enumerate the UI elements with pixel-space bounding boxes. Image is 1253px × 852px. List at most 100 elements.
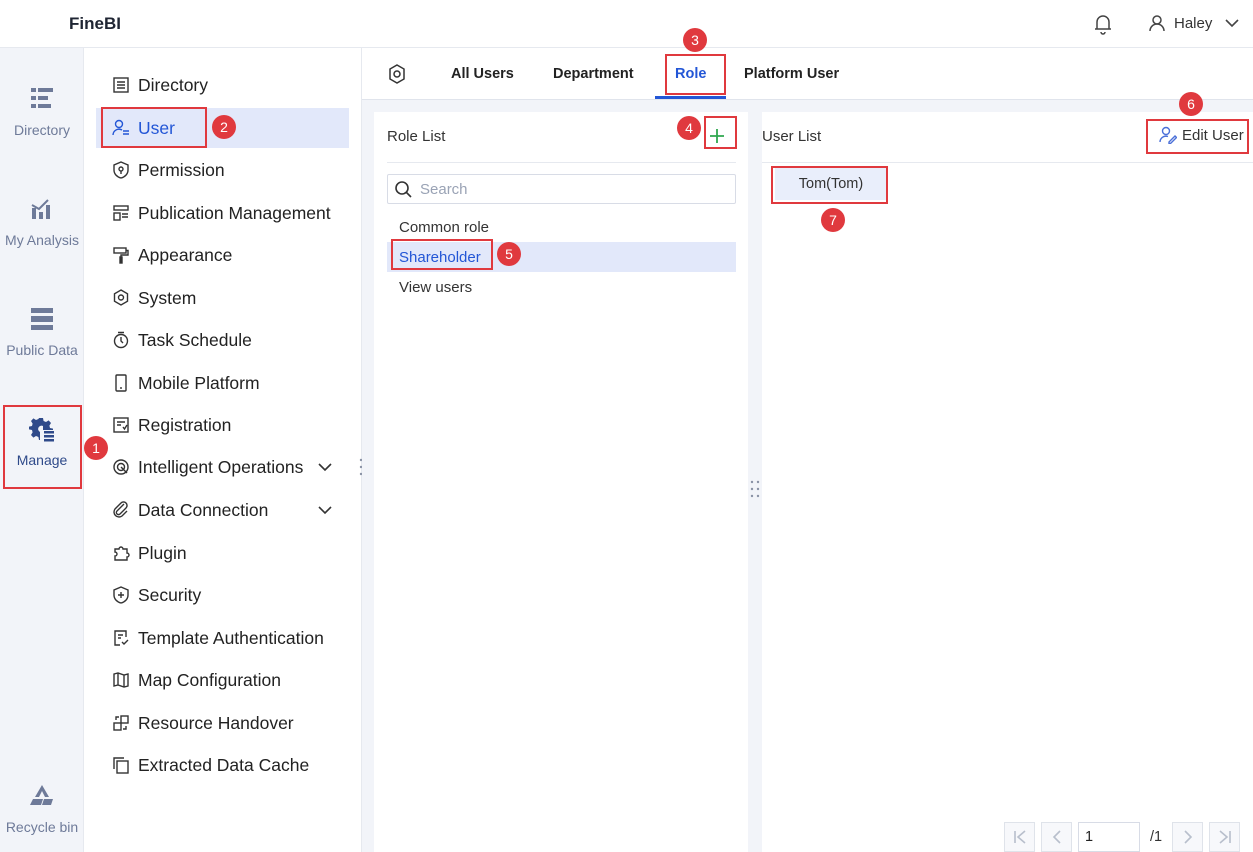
- chevron-down-icon[interactable]: [317, 459, 333, 475]
- handover-icon: [113, 715, 129, 731]
- nav-item-label: Security: [138, 584, 202, 605]
- annotation-box-add-role: [704, 116, 737, 149]
- bell-icon[interactable]: [1093, 13, 1113, 35]
- prev-page-button[interactable]: [1041, 822, 1072, 852]
- annotation-badge: 6: [1179, 92, 1203, 116]
- tab-department[interactable]: Department: [553, 66, 634, 82]
- link-icon: [113, 501, 128, 518]
- divider: [762, 162, 1253, 163]
- nav-item-label: Extracted Data Cache: [138, 754, 310, 775]
- annotation-box-shareholder: [391, 239, 493, 270]
- rail-item-recycle-bin[interactable]: Recycle bin: [0, 783, 84, 835]
- nav-item-label: Registration: [138, 414, 232, 435]
- nav-item-label: Template Authentication: [138, 627, 324, 648]
- mobile-icon: [115, 374, 127, 392]
- annotation-box-edit-user: [1146, 119, 1249, 154]
- annotation-box-user-item: [771, 166, 888, 204]
- rail-item-my-analysis[interactable]: My Analysis: [0, 196, 84, 248]
- annotation-badge: 1: [84, 436, 108, 460]
- tab-platform-user[interactable]: Platform User: [744, 66, 839, 82]
- tab-all-users[interactable]: All Users: [451, 66, 514, 82]
- user-icon: [1149, 15, 1165, 32]
- divider: [387, 162, 736, 163]
- rail-item-directory[interactable]: Directory: [0, 86, 84, 138]
- nav-item-system[interactable]: System: [96, 278, 349, 318]
- annotation-badge: 3: [683, 28, 707, 52]
- user-name: Haley: [1174, 14, 1213, 32]
- nav-item-label: Data Connection: [138, 499, 269, 520]
- nav-item-intelligent-operations[interactable]: Intelligent Operations: [96, 447, 349, 487]
- role-list-panel: Role List Common role Shareholder View u…: [374, 112, 748, 852]
- app-logo: FineBI: [69, 14, 121, 33]
- search-input[interactable]: [420, 180, 720, 198]
- nav-item-mobile-platform[interactable]: Mobile Platform: [96, 363, 349, 403]
- nav-item-label: Publication Management: [138, 202, 331, 223]
- first-page-button[interactable]: [1004, 822, 1035, 852]
- nav-item-label: Resource Handover: [138, 712, 294, 733]
- permission-icon: [113, 161, 129, 179]
- nav-item-extracted-data-cache[interactable]: Extracted Data Cache: [96, 745, 349, 785]
- public-data-icon: [31, 308, 53, 330]
- annotation-badge: 5: [497, 242, 521, 266]
- next-page-button[interactable]: [1172, 822, 1204, 852]
- gear-icon: [113, 289, 129, 306]
- chevron-left-icon: [1052, 830, 1061, 844]
- nav-item-label: System: [138, 287, 197, 308]
- registration-icon: [113, 417, 129, 433]
- rail-label: Public Data: [6, 342, 78, 358]
- nav-item-template-authentication[interactable]: Template Authentication: [96, 618, 349, 658]
- page-total: /1: [1150, 829, 1163, 845]
- annotation-box-manage: [3, 405, 82, 489]
- annotation-box-user: [101, 107, 207, 148]
- nav-item-plugin[interactable]: Plugin: [96, 533, 349, 573]
- rail-label: Recycle bin: [5, 819, 79, 835]
- nav-item-map-configuration[interactable]: Map Configuration: [96, 660, 349, 700]
- analysis-icon: [31, 199, 50, 219]
- directory-icon: [31, 88, 53, 108]
- chevron-down-icon: [1225, 19, 1239, 28]
- annotation-badge: 2: [212, 115, 236, 139]
- rail-item-public-data[interactable]: Public Data: [0, 306, 84, 358]
- chevron-right-icon: [1184, 830, 1192, 844]
- page-number-input[interactable]: [1078, 822, 1140, 852]
- gear-icon[interactable]: [387, 64, 407, 84]
- operations-icon: [113, 459, 129, 475]
- nav-item-task-schedule[interactable]: Task Schedule: [96, 320, 349, 360]
- paint-roller-icon: [113, 247, 129, 264]
- nav-item-label: Intelligent Operations: [138, 456, 304, 477]
- annotation-box-role-tab: [665, 54, 726, 95]
- nav-item-label: Permission: [138, 159, 225, 180]
- publication-icon: [113, 205, 129, 221]
- nav-item-appearance[interactable]: Appearance: [96, 235, 349, 275]
- role-search[interactable]: [387, 174, 736, 204]
- chevron-down-icon[interactable]: [317, 502, 333, 518]
- tab-bar: All Users Department Role Platform User: [362, 48, 1253, 100]
- user-list-title: User List: [762, 128, 822, 145]
- cache-icon: [113, 757, 129, 774]
- nav-item-security[interactable]: Security: [96, 575, 349, 615]
- role-item[interactable]: View users: [387, 272, 736, 302]
- shield-icon: [113, 586, 129, 604]
- annotation-badge: 7: [821, 208, 845, 232]
- rail-label: My Analysis: [5, 232, 79, 248]
- nav-item-resource-handover[interactable]: Resource Handover: [96, 703, 349, 743]
- resize-handle-icon[interactable]: [750, 479, 760, 499]
- nav-item-directory[interactable]: Directory: [96, 65, 349, 105]
- nav-item-publication-management[interactable]: Publication Management: [96, 193, 349, 233]
- nav-item-registration[interactable]: Registration: [96, 405, 349, 445]
- recycle-bin-icon: [30, 785, 53, 805]
- nav-item-label: Directory: [138, 74, 209, 95]
- map-icon: [113, 672, 129, 688]
- user-menu[interactable]: Haley: [1148, 14, 1240, 32]
- last-page-icon: [1219, 830, 1231, 844]
- nav-item-label: Task Schedule: [138, 329, 252, 350]
- active-tab-indicator: [655, 96, 726, 99]
- nav-item-label: Appearance: [138, 244, 233, 265]
- nav-item-label: Plugin: [138, 542, 187, 563]
- nav-item-permission[interactable]: Permission: [96, 150, 349, 190]
- nav-item-data-connection[interactable]: Data Connection: [96, 490, 349, 530]
- rail-label: Directory: [13, 122, 70, 138]
- last-page-button[interactable]: [1209, 822, 1241, 852]
- list-icon: [113, 77, 129, 93]
- role-item[interactable]: Common role: [387, 212, 736, 242]
